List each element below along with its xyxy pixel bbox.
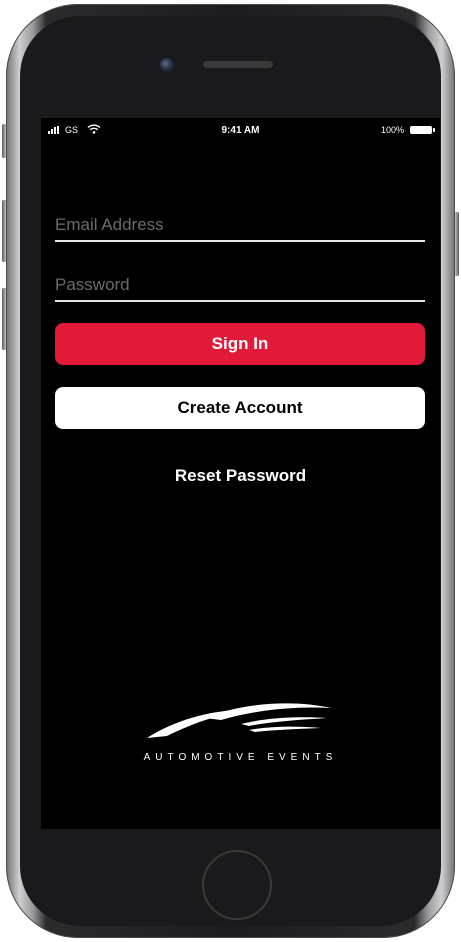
brand-wordmark: AUTOMOTIVE EVENTS [143, 752, 338, 763]
email-field[interactable] [55, 210, 425, 242]
battery-icon [410, 126, 435, 134]
status-bar: GS 9:41 AM 100% [41, 118, 440, 142]
earpiece-speaker [203, 61, 273, 68]
reset-password-link[interactable]: Reset Password [41, 466, 440, 486]
battery-percent: 100% [380, 125, 404, 135]
device-mockup: GS 9:41 AM 100% Sign In Create Account R… [0, 0, 461, 942]
home-button[interactable] [202, 850, 272, 920]
password-input[interactable] [55, 270, 425, 300]
create-account-button[interactable]: Create Account [55, 387, 425, 429]
automotive-events-logo [147, 703, 331, 738]
app-screen: GS 9:41 AM 100% Sign In Create Account R… [41, 118, 440, 829]
front-camera [160, 58, 174, 72]
email-input[interactable] [55, 210, 425, 240]
password-field[interactable] [55, 270, 425, 302]
sign-in-button[interactable]: Sign In [55, 323, 425, 365]
